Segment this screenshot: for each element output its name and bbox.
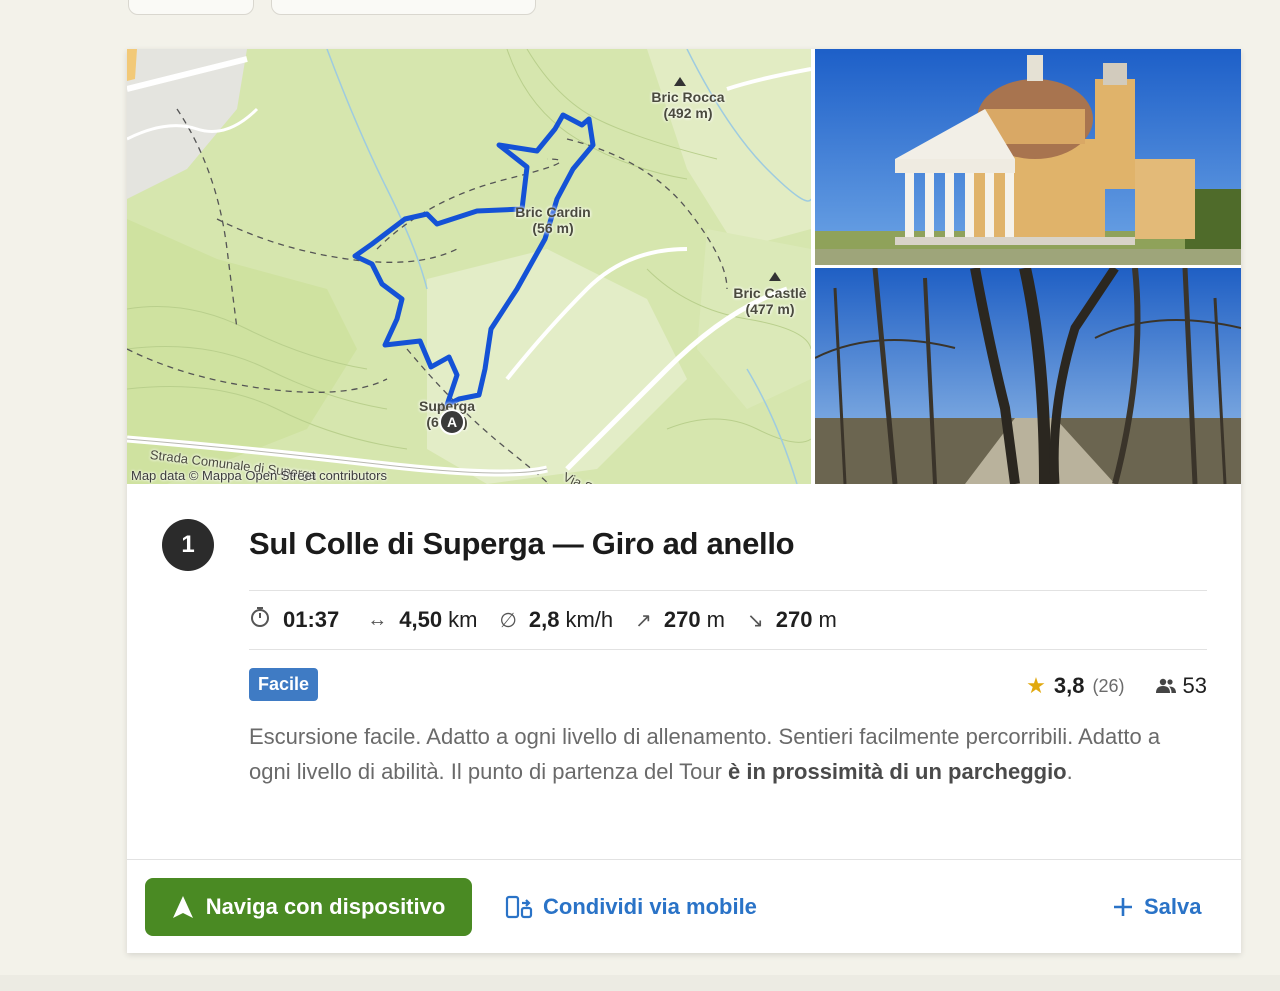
stat-ascent: ↗ 270 m — [635, 607, 725, 633]
stat-ascent-unit: m — [706, 607, 725, 632]
rating-count: (26) — [1092, 675, 1125, 696]
map-label-bric-castle-altitude: (477 m) — [745, 301, 795, 317]
map-label-bric-castle: Bric Castlè (477 m) — [723, 285, 811, 317]
save-label: Salva — [1144, 894, 1202, 919]
map-label-bric-rocca: Bric Rocca (492 m) — [643, 89, 733, 121]
start-marker-label: A — [446, 414, 458, 430]
divider-footer — [127, 859, 1241, 860]
stat-descent-unit: m — [818, 607, 837, 632]
stopwatch-icon — [249, 606, 271, 634]
tour-title[interactable]: Sul Colle di Superga — Giro ad anello — [249, 526, 795, 562]
map-label-bric-cardin-altitude: (56 m) — [532, 220, 574, 236]
star-icon: ★ — [1026, 673, 1046, 698]
start-marker[interactable]: A — [439, 409, 465, 435]
map-label-bric-cardin: Bric Cardin (56 m) — [503, 204, 603, 236]
route-map[interactable]: Bric Rocca (492 m) Bric Cardin (56 m) Br… — [127, 49, 811, 484]
share-mobile-button[interactable]: Condividi via mobile — [505, 878, 757, 936]
rating-summary[interactable]: ★ 3,8 (26) 53 — [1026, 670, 1207, 702]
forest-image — [815, 268, 1241, 484]
navigation-arrow-icon — [172, 895, 194, 919]
save-button[interactable]: Salva — [1112, 878, 1202, 936]
navigate-device-button[interactable]: Naviga con dispositivo — [145, 878, 472, 936]
rating-value: 3,8 — [1053, 673, 1085, 698]
stat-speed: ∅ 2,8 km/h — [499, 607, 613, 633]
stat-descent-value: 270 — [775, 607, 813, 632]
map-label-bric-rocca-name: Bric Rocca — [651, 89, 725, 105]
difficulty-badge: Facile — [249, 668, 319, 701]
arrow-down-right-icon: ↘ — [746, 609, 764, 632]
map-label-bric-cardin-name: Bric Cardin — [515, 204, 591, 220]
stat-speed-unit: km/h — [565, 607, 614, 632]
participants-count: 53 — [1182, 673, 1207, 698]
basilica-image — [815, 49, 1241, 265]
tour-number-badge: 1 — [162, 519, 214, 571]
horizontal-arrows-icon: ↔ — [367, 608, 388, 631]
map-attribution: Map data © Mappa Open Street contributor… — [131, 468, 387, 483]
stat-ascent-value: 270 — [663, 607, 701, 632]
tour-stats: 01:37 ↔ 4,50 km ∅ 2,8 km/h ↗ 270 m ↘ 270… — [249, 604, 859, 636]
description-bold: è in prossimità di un parcheggio — [728, 759, 1067, 784]
phone-share-icon — [505, 895, 533, 919]
divider-top — [249, 590, 1207, 591]
stat-duration: 01:37 — [249, 606, 345, 634]
top-filter-pill-1[interactable] — [128, 0, 254, 15]
navigate-device-label: Naviga con dispositivo — [205, 894, 446, 919]
description-end: . — [1066, 759, 1073, 784]
tour-card: Bric Rocca (492 m) Bric Cardin (56 m) Br… — [127, 49, 1241, 953]
stat-distance: ↔ 4,50 km — [367, 607, 477, 633]
average-speed-icon: ∅ — [499, 609, 517, 632]
arrow-up-right-icon: ↗ — [635, 609, 652, 632]
divider-stats — [249, 649, 1207, 650]
tour-media: Bric Rocca (492 m) Bric Cardin (56 m) Br… — [127, 49, 1241, 484]
stat-speed-value: 2,8 — [528, 607, 560, 632]
stat-duration-value: 01:37 — [283, 607, 340, 632]
tour-photo-basilica[interactable] — [815, 49, 1241, 265]
share-mobile-label: Condividi via mobile — [543, 894, 757, 919]
page-bottom-strip — [0, 975, 1280, 991]
tour-photo-forest[interactable] — [815, 268, 1241, 484]
map-label-bric-castle-name: Bric Castlè — [733, 285, 807, 301]
stat-descent: ↘ 270 m — [747, 607, 837, 633]
map-label-bric-rocca-altitude: (492 m) — [663, 105, 713, 121]
tour-description: Escursione facile. Adatto a ogni livello… — [249, 719, 1179, 789]
plus-icon — [1112, 896, 1134, 918]
stat-distance-unit: km — [448, 607, 478, 632]
top-filter-pill-2[interactable] — [271, 0, 536, 15]
stat-distance-value: 4,50 — [399, 607, 443, 632]
people-icon — [1155, 678, 1177, 694]
